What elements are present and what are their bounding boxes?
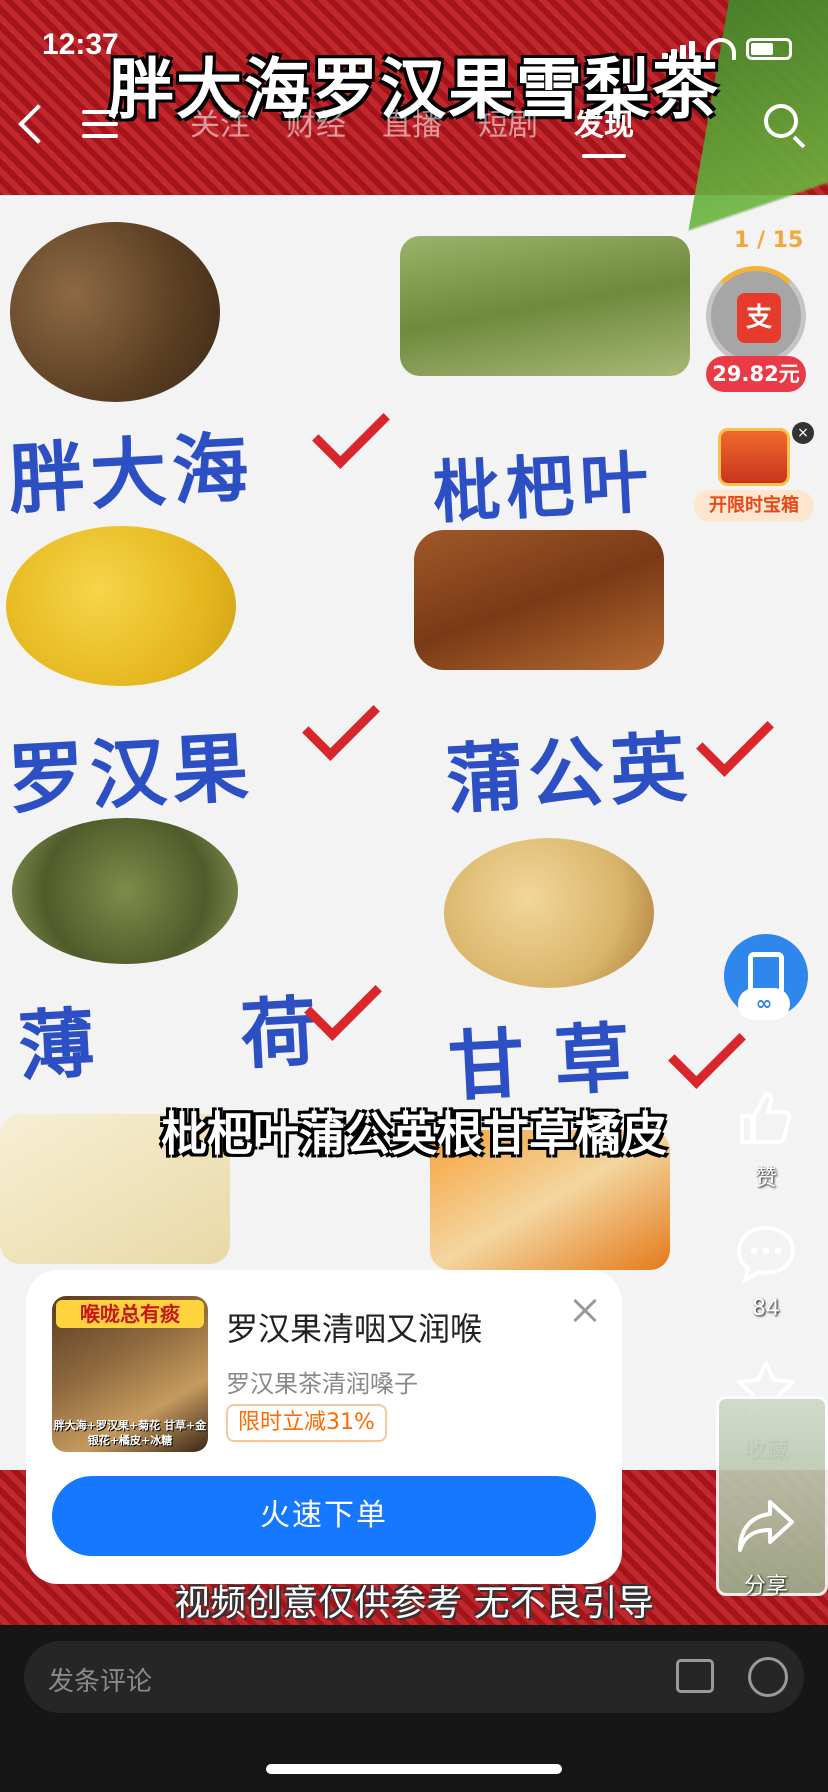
- red-packet-icon: 支: [737, 293, 781, 343]
- nav-tabs: 关注 财经 直播 短剧 发现: [190, 100, 634, 158]
- handwritten-label: 罗汉果: [6, 722, 257, 825]
- handwritten-label: 枇杷叶: [430, 442, 657, 534]
- comment-button[interactable]: 84: [724, 1222, 808, 1321]
- menu-icon[interactable]: [82, 110, 118, 138]
- treasure-label: 开限时宝箱: [694, 490, 814, 522]
- herb-image-pangdahai: [10, 222, 220, 402]
- tab-finance[interactable]: 财经: [286, 100, 346, 144]
- comment-icon: [736, 1225, 796, 1285]
- signal-icon: [662, 39, 696, 59]
- image-icon[interactable]: [676, 1659, 714, 1693]
- like-button[interactable]: 赞: [724, 1086, 808, 1192]
- status-icons: [662, 38, 792, 60]
- share-label: 分享: [743, 1574, 788, 1599]
- close-icon[interactable]: [570, 1296, 600, 1326]
- product-thumbnail-caption: 胖大海+罗汉果+菊花 甘草+金银花+橘皮+冰糖: [53, 1419, 207, 1447]
- promo-badge: 限时立减31%: [226, 1404, 387, 1442]
- battery-icon: [746, 38, 792, 60]
- handwritten-label: 蒲公英: [444, 722, 695, 825]
- emoji-icon[interactable]: [748, 1657, 788, 1697]
- comment-count: 84: [752, 1296, 780, 1321]
- thumbs-up-icon: [740, 1092, 792, 1144]
- reward-progress: 1 / 15: [734, 228, 804, 253]
- reward-amount-badge[interactable]: 29.82元: [706, 356, 806, 392]
- herb-image-bohe: [12, 818, 238, 964]
- back-icon[interactable]: [18, 104, 58, 144]
- share-button[interactable]: 分享: [724, 1494, 808, 1600]
- reward-timer-button[interactable]: 支: [706, 266, 806, 366]
- like-label: 赞: [754, 1166, 777, 1191]
- comment-placeholder: 发条评论: [48, 1667, 153, 1697]
- home-indicator[interactable]: [266, 1764, 562, 1774]
- buy-now-button[interactable]: 火速下单: [52, 1476, 596, 1556]
- status-time: 12:37: [42, 28, 119, 61]
- search-icon[interactable]: [764, 104, 798, 138]
- status-bar: 12:37: [0, 28, 828, 72]
- treasure-box-button[interactable]: × 开限时宝箱: [694, 422, 814, 528]
- product-card[interactable]: 喉咙总有痰 胖大海+罗汉果+菊花 甘草+金银花+橘皮+冰糖 罗汉果清咽又润喉 罗…: [26, 1270, 622, 1584]
- tab-discover[interactable]: 发现: [574, 100, 634, 158]
- product-thumbnail-headline: 喉咙总有痰: [56, 1300, 204, 1328]
- tab-following[interactable]: 关注: [190, 100, 250, 144]
- tab-live[interactable]: 直播: [382, 100, 442, 144]
- tab-short-drama[interactable]: 短剧: [478, 100, 538, 144]
- handwritten-label: 胖大海: [6, 422, 257, 525]
- herb-image-gancao: [444, 838, 654, 988]
- treasure-chest-icon: [718, 428, 790, 486]
- herb-image-pugongying: [414, 530, 664, 670]
- product-thumbnail[interactable]: 喉咙总有痰 胖大海+罗汉果+菊花 甘草+金银花+橘皮+冰糖: [52, 1296, 208, 1452]
- herb-image-pipaye: [400, 236, 690, 376]
- video-subtitle: 枇杷叶蒲公英根甘草橘皮: [161, 1107, 667, 1161]
- link-icon[interactable]: ∞: [738, 988, 790, 1020]
- wifi-icon: [706, 38, 736, 60]
- herb-image-luohanguo: [6, 526, 236, 686]
- product-title[interactable]: 罗汉果清咽又润喉: [226, 1304, 482, 1350]
- share-icon: [738, 1500, 794, 1552]
- close-icon[interactable]: ×: [792, 422, 814, 444]
- product-description: 罗汉果茶清润嗓子: [226, 1370, 418, 1398]
- comment-input[interactable]: 发条评论: [24, 1641, 804, 1713]
- top-navigation: 关注 财经 直播 短剧 发现: [0, 96, 828, 160]
